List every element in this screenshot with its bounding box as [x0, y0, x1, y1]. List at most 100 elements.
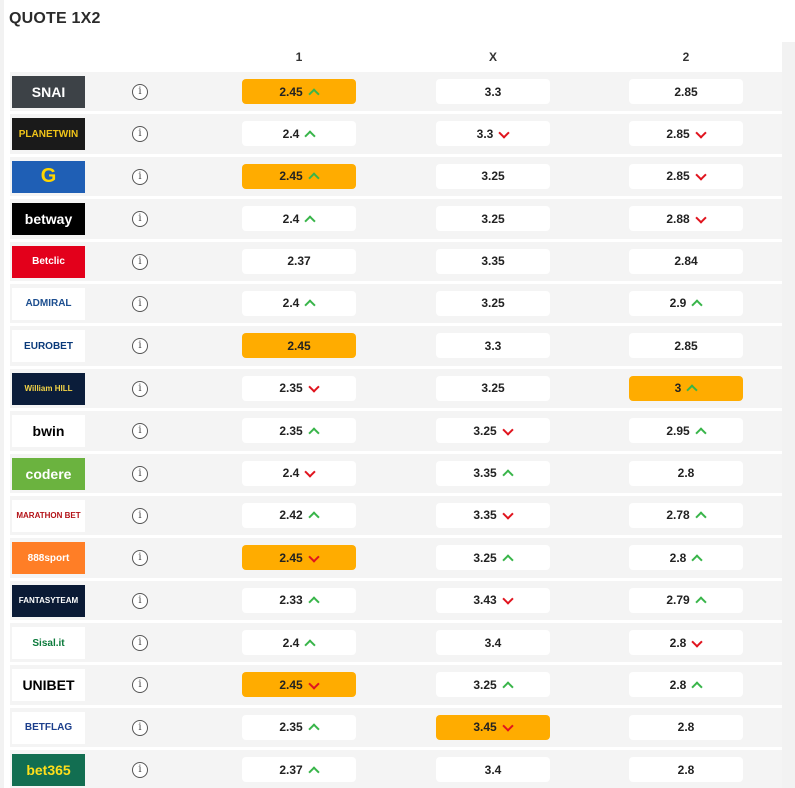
odd-button-2[interactable]: 2.8 [629, 630, 743, 656]
odd-button-x[interactable]: 3.3 [436, 79, 550, 104]
odd-button-2[interactable]: 2.85 [629, 163, 743, 189]
bookmaker-logo[interactable]: Sisal.it [12, 627, 85, 660]
bookmaker-logo[interactable]: bet365 [12, 754, 85, 787]
info-icon[interactable]: i [132, 168, 148, 185]
odd-button-x[interactable]: 3.4 [436, 757, 550, 783]
odd-button-1[interactable]: 2.45 [242, 672, 356, 698]
info-icon[interactable]: i [132, 677, 148, 694]
odd-button-2[interactable]: 2.84 [629, 248, 743, 274]
odd-button-x[interactable]: 3.35 [436, 248, 550, 274]
arrow-up-icon [305, 298, 315, 308]
odd-button-2[interactable]: 2.8 [629, 545, 743, 571]
bookmaker-logo[interactable]: EUROBET [12, 330, 85, 363]
info-icon[interactable]: i [132, 423, 148, 440]
odd-button-1[interactable]: 2.4 [242, 121, 356, 147]
odd-button-2[interactable]: 2.8 [629, 714, 743, 740]
info-icon[interactable]: i [132, 295, 148, 312]
odd-button-1[interactable]: 2.35 [242, 375, 356, 401]
bookmaker-logo[interactable]: BETFLAG [12, 711, 85, 744]
odd-button-1[interactable]: 2.4 [242, 206, 356, 232]
odd-button-x[interactable]: 3.35 [436, 502, 550, 528]
info-icon[interactable]: i [132, 126, 148, 143]
arrow-up-icon [692, 553, 702, 563]
info-icon[interactable]: i [132, 762, 148, 779]
bookmaker-row: BETFLAG i 2.35 3.45 2.8 [10, 707, 782, 751]
bookmaker-logo[interactable]: G [12, 160, 85, 193]
odd-button-2[interactable]: 2.8 [629, 672, 743, 698]
bookmaker-logo[interactable]: FANTASYTEAM [12, 584, 85, 617]
info-icon[interactable]: i [132, 211, 148, 228]
info-icon[interactable]: i [132, 84, 148, 100]
info-icon[interactable]: i [132, 592, 148, 609]
bookmaker-logo[interactable]: ADMIRAL [12, 287, 85, 320]
odd-button-2[interactable]: 2.79 [629, 587, 743, 613]
bookmaker-logo[interactable]: 888sport [12, 542, 85, 575]
info-icon[interactable]: i [132, 380, 148, 397]
odd-button-1[interactable]: 2.4 [242, 460, 356, 486]
odd-button-x[interactable]: 3.25 [436, 375, 550, 401]
bookmaker-logo[interactable]: bwin [12, 415, 85, 448]
odd-button-2[interactable]: 3 [629, 375, 743, 401]
odd-button-2[interactable]: 2.78 [629, 502, 743, 528]
odd-button-2[interactable]: 2.8 [629, 460, 743, 486]
odd-button-x[interactable]: 3.25 [436, 290, 550, 316]
info-icon[interactable]: i [132, 635, 148, 652]
arrow-down-icon [696, 214, 706, 224]
scrollbar-track[interactable] [782, 42, 795, 788]
arrow-down-icon [305, 468, 315, 478]
bookmaker-row: MARATHON BET i 2.42 3.35 2.78 [10, 495, 782, 539]
odd-button-1[interactable]: 2.4 [242, 630, 356, 656]
odd-button-x[interactable]: 3.45 [436, 714, 550, 740]
arrow-up-icon [305, 214, 315, 224]
odd-button-x[interactable]: 3.3 [436, 333, 550, 359]
bookmaker-logo[interactable]: SNAI [12, 76, 85, 108]
odd-button-2[interactable]: 2.85 [629, 79, 743, 104]
odd-button-1[interactable]: 2.45 [242, 163, 356, 189]
info-icon[interactable]: i [132, 550, 148, 567]
odd-button-1[interactable]: 2.37 [242, 757, 356, 783]
bookmaker-logo[interactable]: betway [12, 203, 85, 236]
bookmaker-logo[interactable]: PLANETWIN [12, 118, 85, 151]
odd-value: 2.85 [666, 169, 690, 184]
odd-button-1[interactable]: 2.35 [242, 418, 356, 444]
info-icon[interactable]: i [132, 719, 148, 736]
info-icon[interactable]: i [132, 338, 148, 355]
odd-button-1[interactable]: 2.37 [242, 248, 356, 274]
odd-value: 2.45 [287, 338, 311, 353]
odd-value: 2.4 [282, 211, 300, 226]
bookmaker-logo[interactable]: codere [12, 457, 85, 490]
bookmaker-row: FANTASYTEAM i 2.33 3.43 2.79 [10, 580, 782, 624]
odd-button-1[interactable]: 2.45 [242, 79, 356, 104]
odd-button-x[interactable]: 3.35 [436, 460, 550, 486]
odd-button-x[interactable]: 3.25 [436, 545, 550, 571]
info-icon[interactable]: i [132, 465, 148, 482]
odd-button-x[interactable]: 3.4 [436, 630, 550, 656]
odd-button-x[interactable]: 3.25 [436, 163, 550, 189]
odd-button-2[interactable]: 2.95 [629, 418, 743, 444]
odd-button-2[interactable]: 2.85 [629, 121, 743, 147]
bookmaker-logo[interactable]: Betclic [12, 245, 85, 278]
odd-button-2[interactable]: 2.9 [629, 290, 743, 316]
arrow-up-icon [692, 680, 702, 690]
odd-button-1[interactable]: 2.33 [242, 587, 356, 613]
info-icon[interactable]: i [132, 507, 148, 524]
odd-button-1[interactable]: 2.45 [242, 545, 356, 571]
odd-button-2[interactable]: 2.85 [629, 333, 743, 359]
odd-button-1[interactable]: 2.42 [242, 502, 356, 528]
odd-button-2[interactable]: 2.88 [629, 206, 743, 232]
odd-button-x[interactable]: 3.25 [436, 206, 550, 232]
odd-button-2[interactable]: 2.8 [629, 757, 743, 783]
arrow-down-icon [309, 553, 319, 563]
odd-button-x[interactable]: 3.25 [436, 418, 550, 444]
odd-value: 2.84 [674, 254, 698, 269]
odd-button-1[interactable]: 2.35 [242, 714, 356, 740]
info-icon[interactable]: i [132, 253, 148, 270]
odd-button-x[interactable]: 3.25 [436, 672, 550, 698]
bookmaker-logo[interactable]: UNIBET [12, 669, 85, 702]
odd-button-x[interactable]: 3.43 [436, 587, 550, 613]
odd-button-x[interactable]: 3.3 [436, 121, 550, 147]
odd-button-1[interactable]: 2.45 [242, 333, 356, 359]
bookmaker-logo[interactable]: William HILL [12, 372, 85, 405]
odd-button-1[interactable]: 2.4 [242, 290, 356, 316]
bookmaker-logo[interactable]: MARATHON BET [12, 499, 85, 532]
